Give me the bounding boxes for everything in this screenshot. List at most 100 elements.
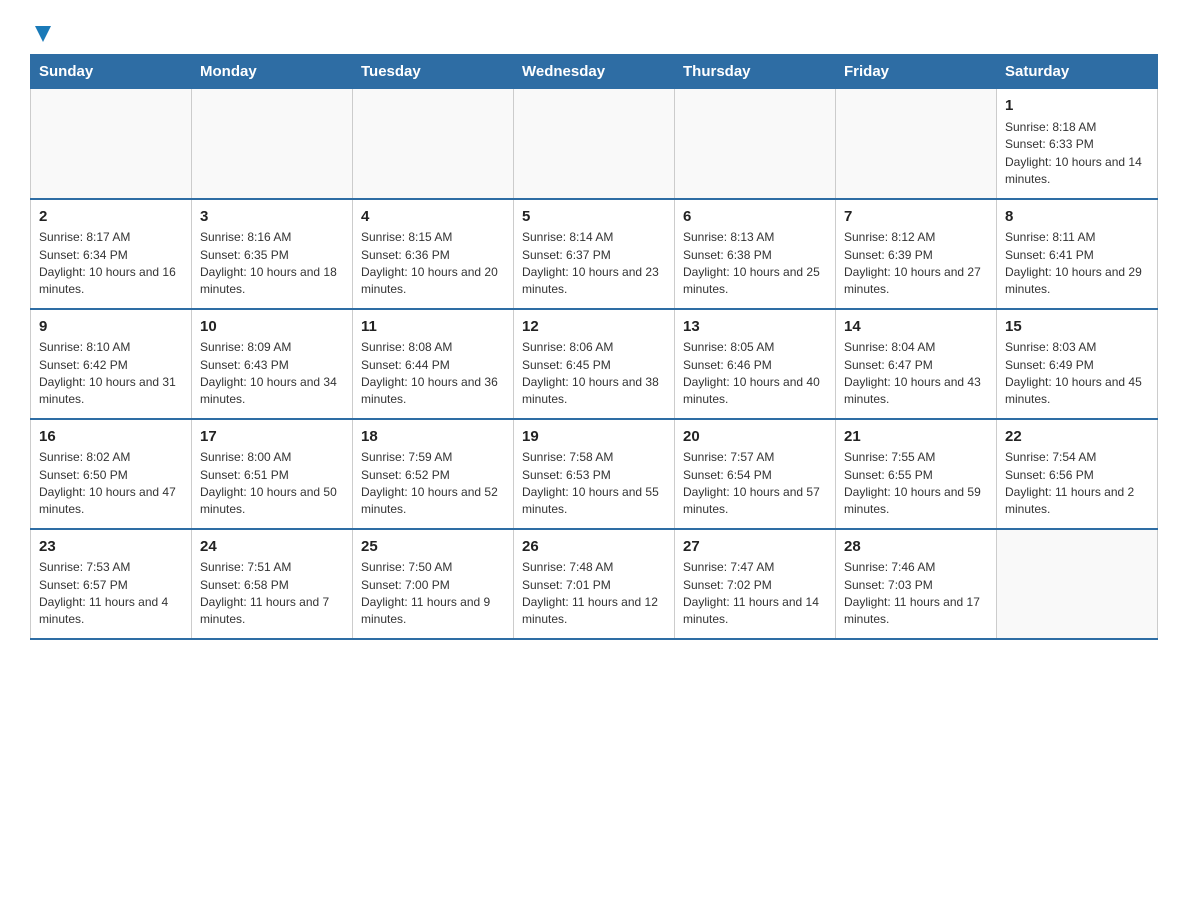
calendar-cell: 22Sunrise: 7:54 AM Sunset: 6:56 PM Dayli… [997, 419, 1158, 529]
day-number: 5 [522, 206, 666, 228]
day-info: Sunrise: 7:54 AM Sunset: 6:56 PM Dayligh… [1005, 449, 1149, 519]
day-number: 24 [200, 536, 344, 558]
day-info: Sunrise: 7:47 AM Sunset: 7:02 PM Dayligh… [683, 559, 827, 629]
day-info: Sunrise: 8:18 AM Sunset: 6:33 PM Dayligh… [1005, 119, 1149, 189]
calendar-cell: 8Sunrise: 8:11 AM Sunset: 6:41 PM Daylig… [997, 199, 1158, 309]
calendar-cell: 15Sunrise: 8:03 AM Sunset: 6:49 PM Dayli… [997, 309, 1158, 419]
column-header-saturday: Saturday [997, 55, 1158, 89]
day-info: Sunrise: 8:17 AM Sunset: 6:34 PM Dayligh… [39, 229, 183, 299]
day-info: Sunrise: 7:51 AM Sunset: 6:58 PM Dayligh… [200, 559, 344, 629]
calendar-cell: 25Sunrise: 7:50 AM Sunset: 7:00 PM Dayli… [353, 529, 514, 639]
day-info: Sunrise: 8:09 AM Sunset: 6:43 PM Dayligh… [200, 339, 344, 409]
calendar-cell [353, 89, 514, 199]
calendar-cell [997, 529, 1158, 639]
day-number: 11 [361, 316, 505, 338]
day-number: 13 [683, 316, 827, 338]
calendar-cell [514, 89, 675, 199]
day-number: 14 [844, 316, 988, 338]
day-number: 4 [361, 206, 505, 228]
calendar-cell: 16Sunrise: 8:02 AM Sunset: 6:50 PM Dayli… [31, 419, 192, 529]
calendar-cell: 4Sunrise: 8:15 AM Sunset: 6:36 PM Daylig… [353, 199, 514, 309]
day-info: Sunrise: 8:14 AM Sunset: 6:37 PM Dayligh… [522, 229, 666, 299]
page-header [30, 20, 1158, 44]
calendar-cell: 10Sunrise: 8:09 AM Sunset: 6:43 PM Dayli… [192, 309, 353, 419]
day-info: Sunrise: 8:02 AM Sunset: 6:50 PM Dayligh… [39, 449, 183, 519]
calendar-cell: 19Sunrise: 7:58 AM Sunset: 6:53 PM Dayli… [514, 419, 675, 529]
calendar-week-row: 2Sunrise: 8:17 AM Sunset: 6:34 PM Daylig… [31, 199, 1158, 309]
calendar-cell: 27Sunrise: 7:47 AM Sunset: 7:02 PM Dayli… [675, 529, 836, 639]
day-info: Sunrise: 8:16 AM Sunset: 6:35 PM Dayligh… [200, 229, 344, 299]
day-info: Sunrise: 7:57 AM Sunset: 6:54 PM Dayligh… [683, 449, 827, 519]
day-number: 28 [844, 536, 988, 558]
logo [30, 20, 54, 44]
calendar-cell: 9Sunrise: 8:10 AM Sunset: 6:42 PM Daylig… [31, 309, 192, 419]
calendar-header-row: SundayMondayTuesdayWednesdayThursdayFrid… [31, 55, 1158, 89]
day-info: Sunrise: 7:53 AM Sunset: 6:57 PM Dayligh… [39, 559, 183, 629]
calendar-cell: 20Sunrise: 7:57 AM Sunset: 6:54 PM Dayli… [675, 419, 836, 529]
day-number: 26 [522, 536, 666, 558]
day-number: 9 [39, 316, 183, 338]
calendar-cell: 18Sunrise: 7:59 AM Sunset: 6:52 PM Dayli… [353, 419, 514, 529]
day-info: Sunrise: 8:06 AM Sunset: 6:45 PM Dayligh… [522, 339, 666, 409]
column-header-sunday: Sunday [31, 55, 192, 89]
calendar-cell: 14Sunrise: 8:04 AM Sunset: 6:47 PM Dayli… [836, 309, 997, 419]
day-info: Sunrise: 8:04 AM Sunset: 6:47 PM Dayligh… [844, 339, 988, 409]
day-number: 25 [361, 536, 505, 558]
calendar-cell: 1Sunrise: 8:18 AM Sunset: 6:33 PM Daylig… [997, 89, 1158, 199]
calendar-table: SundayMondayTuesdayWednesdayThursdayFrid… [30, 54, 1158, 640]
calendar-week-row: 23Sunrise: 7:53 AM Sunset: 6:57 PM Dayli… [31, 529, 1158, 639]
calendar-cell: 6Sunrise: 8:13 AM Sunset: 6:38 PM Daylig… [675, 199, 836, 309]
day-number: 20 [683, 426, 827, 448]
day-number: 6 [683, 206, 827, 228]
calendar-cell: 24Sunrise: 7:51 AM Sunset: 6:58 PM Dayli… [192, 529, 353, 639]
calendar-cell: 3Sunrise: 8:16 AM Sunset: 6:35 PM Daylig… [192, 199, 353, 309]
calendar-cell: 5Sunrise: 8:14 AM Sunset: 6:37 PM Daylig… [514, 199, 675, 309]
calendar-cell [192, 89, 353, 199]
day-number: 18 [361, 426, 505, 448]
calendar-cell: 11Sunrise: 8:08 AM Sunset: 6:44 PM Dayli… [353, 309, 514, 419]
calendar-cell: 28Sunrise: 7:46 AM Sunset: 7:03 PM Dayli… [836, 529, 997, 639]
day-number: 21 [844, 426, 988, 448]
calendar-week-row: 1Sunrise: 8:18 AM Sunset: 6:33 PM Daylig… [31, 89, 1158, 199]
day-info: Sunrise: 8:08 AM Sunset: 6:44 PM Dayligh… [361, 339, 505, 409]
column-header-monday: Monday [192, 55, 353, 89]
day-info: Sunrise: 8:15 AM Sunset: 6:36 PM Dayligh… [361, 229, 505, 299]
day-info: Sunrise: 7:50 AM Sunset: 7:00 PM Dayligh… [361, 559, 505, 629]
column-header-thursday: Thursday [675, 55, 836, 89]
column-header-wednesday: Wednesday [514, 55, 675, 89]
calendar-cell: 13Sunrise: 8:05 AM Sunset: 6:46 PM Dayli… [675, 309, 836, 419]
day-info: Sunrise: 7:46 AM Sunset: 7:03 PM Dayligh… [844, 559, 988, 629]
calendar-cell [836, 89, 997, 199]
calendar-cell: 7Sunrise: 8:12 AM Sunset: 6:39 PM Daylig… [836, 199, 997, 309]
column-header-friday: Friday [836, 55, 997, 89]
day-number: 7 [844, 206, 988, 228]
day-number: 22 [1005, 426, 1149, 448]
calendar-cell: 26Sunrise: 7:48 AM Sunset: 7:01 PM Dayli… [514, 529, 675, 639]
day-number: 19 [522, 426, 666, 448]
day-info: Sunrise: 7:48 AM Sunset: 7:01 PM Dayligh… [522, 559, 666, 629]
day-info: Sunrise: 7:58 AM Sunset: 6:53 PM Dayligh… [522, 449, 666, 519]
day-number: 8 [1005, 206, 1149, 228]
day-info: Sunrise: 7:59 AM Sunset: 6:52 PM Dayligh… [361, 449, 505, 519]
calendar-week-row: 16Sunrise: 8:02 AM Sunset: 6:50 PM Dayli… [31, 419, 1158, 529]
day-number: 2 [39, 206, 183, 228]
day-info: Sunrise: 8:10 AM Sunset: 6:42 PM Dayligh… [39, 339, 183, 409]
calendar-cell: 17Sunrise: 8:00 AM Sunset: 6:51 PM Dayli… [192, 419, 353, 529]
calendar-cell [31, 89, 192, 199]
day-number: 1 [1005, 95, 1149, 117]
day-number: 23 [39, 536, 183, 558]
day-info: Sunrise: 8:11 AM Sunset: 6:41 PM Dayligh… [1005, 229, 1149, 299]
day-info: Sunrise: 7:55 AM Sunset: 6:55 PM Dayligh… [844, 449, 988, 519]
logo-triangle-icon [32, 22, 54, 44]
day-number: 17 [200, 426, 344, 448]
calendar-week-row: 9Sunrise: 8:10 AM Sunset: 6:42 PM Daylig… [31, 309, 1158, 419]
day-number: 12 [522, 316, 666, 338]
calendar-cell: 2Sunrise: 8:17 AM Sunset: 6:34 PM Daylig… [31, 199, 192, 309]
day-info: Sunrise: 8:05 AM Sunset: 6:46 PM Dayligh… [683, 339, 827, 409]
calendar-cell: 23Sunrise: 7:53 AM Sunset: 6:57 PM Dayli… [31, 529, 192, 639]
column-header-tuesday: Tuesday [353, 55, 514, 89]
day-number: 16 [39, 426, 183, 448]
day-number: 3 [200, 206, 344, 228]
day-number: 15 [1005, 316, 1149, 338]
calendar-cell: 12Sunrise: 8:06 AM Sunset: 6:45 PM Dayli… [514, 309, 675, 419]
